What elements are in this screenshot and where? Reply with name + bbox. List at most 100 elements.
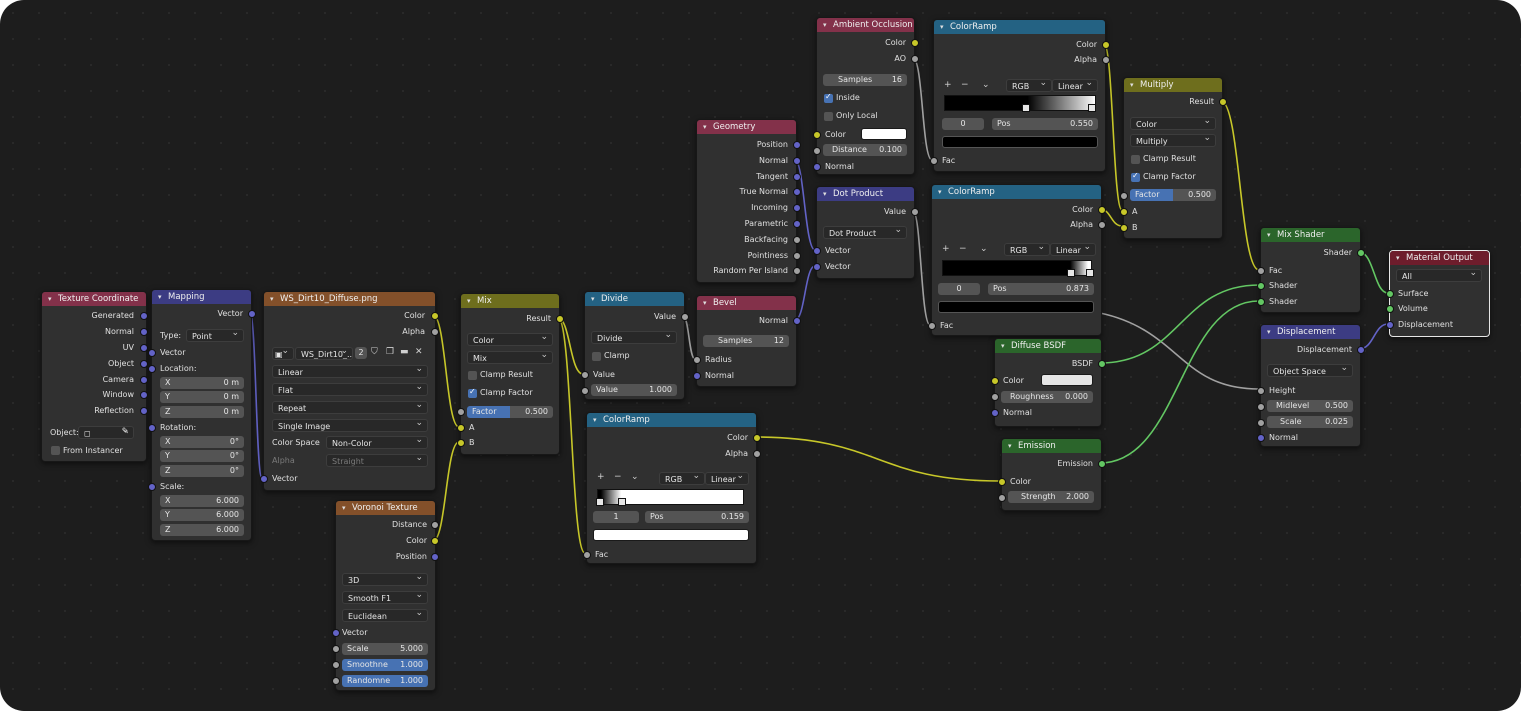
node-geometry[interactable]: ▾ Geometry Position Normal Tangent True N… [696, 119, 801, 283]
stop-color-swatch[interactable] [938, 301, 1094, 313]
collapse-chevron-icon[interactable]: ▾ [1130, 78, 1140, 92]
socket-alpha-out[interactable] [1098, 221, 1106, 229]
socket-reflection[interactable] [140, 407, 148, 415]
node-header[interactable]: ▾ Material Output [1390, 251, 1489, 265]
node-header[interactable]: ▾ Geometry [697, 120, 796, 134]
scale-field[interactable]: Scale 5.000 [342, 643, 428, 655]
node-mix-shader[interactable]: ▾ Mix Shader Shader Fac Shader Shader [1257, 227, 1365, 313]
alpha-mode-dropdown[interactable]: Straight [326, 454, 428, 467]
collapse-chevron-icon[interactable]: ▾ [48, 292, 58, 306]
node-header[interactable]: ▾ Mapping [152, 290, 251, 304]
socket-color-out[interactable] [431, 537, 439, 545]
stop-index-field[interactable]: 1 [593, 511, 639, 523]
node-header[interactable]: ▾ Mix [461, 294, 559, 308]
clamp-checkbox[interactable] [592, 352, 601, 361]
socket-incoming-out[interactable] [793, 204, 801, 212]
blend-mode-dropdown[interactable]: Multiply [1130, 134, 1216, 147]
collapse-chevron-icon[interactable]: ▾ [1396, 251, 1406, 265]
socket-factor-in[interactable] [457, 408, 465, 416]
ramp-stop-handle[interactable] [618, 498, 626, 506]
source-dropdown[interactable]: Single Image [272, 419, 428, 432]
chevron-down-icon[interactable]: ⌄ [980, 244, 988, 254]
socket-color-out[interactable] [1098, 206, 1106, 214]
only-local-checkbox[interactable] [824, 112, 833, 121]
collapse-chevron-icon[interactable]: ▾ [1267, 228, 1277, 242]
collapse-chevron-icon[interactable]: ▾ [593, 413, 603, 427]
socket-shader2-in[interactable] [1257, 298, 1265, 306]
feature-dropdown[interactable]: Smooth F1 [342, 591, 428, 604]
extension-dropdown[interactable]: Repeat [272, 401, 428, 414]
stop-color-swatch[interactable] [593, 529, 749, 541]
socket-fac-in[interactable] [1257, 267, 1265, 275]
socket-value-out[interactable] [681, 313, 689, 321]
from-instancer-checkbox[interactable] [51, 446, 60, 455]
eyedropper-icon[interactable]: ✎ [121, 427, 129, 438]
socket-a-in[interactable] [1120, 208, 1128, 216]
socket-true-normal-out[interactable] [793, 188, 801, 196]
rotation-z-field[interactable]: Z 0° [160, 465, 244, 477]
collapse-chevron-icon[interactable]: ▾ [1267, 325, 1277, 339]
collapse-chevron-icon[interactable]: ▾ [1001, 339, 1011, 353]
socket-value-in[interactable] [581, 371, 589, 379]
socket-a-in[interactable] [457, 424, 465, 432]
socket-value-out[interactable] [911, 208, 919, 216]
color-mode-dropdown[interactable]: RGB [1004, 243, 1050, 256]
socket-displacement-out[interactable] [1357, 346, 1365, 354]
open-folder-icon[interactable]: ▬ [400, 347, 409, 357]
ramp-stop-handle[interactable] [1086, 269, 1094, 277]
socket-scale-in[interactable] [332, 645, 340, 653]
node-header[interactable]: ▾ Diffuse BSDF [995, 339, 1101, 353]
remove-stop-icon[interactable]: − [959, 244, 967, 254]
scale-field[interactable]: Scale 0.025 [1267, 416, 1353, 428]
socket-object[interactable] [140, 360, 148, 368]
socket-normal-out[interactable] [793, 157, 801, 165]
target-dropdown[interactable]: All [1396, 269, 1482, 282]
socket-position-out[interactable] [793, 141, 801, 149]
stop-index-field[interactable]: 0 [942, 118, 984, 130]
socket-location[interactable] [148, 365, 156, 373]
socket-distance-out[interactable] [431, 521, 439, 529]
socket-normal[interactable] [140, 328, 148, 336]
node-header[interactable]: ▾ ColorRamp [587, 413, 756, 427]
node-header[interactable]: ▾ Voronoi Texture [336, 501, 435, 515]
collapse-chevron-icon[interactable]: ▾ [823, 187, 833, 201]
image-name-field[interactable]: WS_Dirt10_... [295, 347, 353, 360]
socket-parametric-out[interactable] [793, 220, 801, 228]
socket-surface-in[interactable] [1386, 290, 1394, 298]
socket-vector-in[interactable] [332, 629, 340, 637]
dimensions-dropdown[interactable]: 3D [342, 573, 428, 586]
interpolation-dropdown[interactable]: Linear [1050, 243, 1096, 256]
socket-vector1-in[interactable] [813, 247, 821, 255]
chevron-down-icon[interactable]: ⌄ [631, 472, 639, 482]
socket-normal-in[interactable] [813, 163, 821, 171]
socket-window[interactable] [140, 391, 148, 399]
node-multiply[interactable]: ▾Multiply Result Color Multiply Clamp Re… [1120, 77, 1227, 239]
strength-field[interactable]: Strength 2.000 [1008, 491, 1094, 503]
node-mix[interactable]: ▾Mix Result Color Mix Clamp Result Clamp… [457, 293, 564, 455]
collapse-chevron-icon[interactable]: ▾ [342, 501, 352, 515]
add-stop-icon[interactable]: + [944, 80, 952, 90]
node-editor-canvas[interactable]: ▾ Texture Coordinate Generated Normal UV … [0, 0, 1521, 711]
image-users-count[interactable]: 2 [355, 347, 367, 359]
operation-dropdown[interactable]: Dot Product [823, 226, 907, 239]
roughness-field[interactable]: Roughness 0.000 [1001, 391, 1093, 403]
color-mode-dropdown[interactable]: RGB [1006, 79, 1052, 92]
socket-fac-in[interactable] [583, 551, 591, 559]
location-z-field[interactable]: Z0 m [160, 406, 244, 418]
node-header[interactable]: ▾ Bevel [697, 296, 796, 310]
collapse-chevron-icon[interactable]: ▾ [158, 290, 168, 304]
node-displacement[interactable]: ▾ Displacement Displacement Object Space … [1257, 324, 1365, 447]
socket-bsdf-out[interactable] [1098, 360, 1106, 368]
socket-vector-in[interactable] [260, 475, 268, 483]
scale-x-field[interactable]: X 6.000 [160, 495, 244, 507]
socket-generated[interactable] [140, 312, 148, 320]
stop-position-field[interactable]: Pos 0.550 [992, 118, 1098, 130]
socket-backfacing-out[interactable] [793, 236, 801, 244]
color-mode-dropdown[interactable]: RGB [659, 472, 705, 485]
socket-fac-in[interactable] [928, 322, 936, 330]
chevron-down-icon[interactable]: ⌄ [982, 80, 990, 90]
collapse-chevron-icon[interactable]: ▾ [467, 294, 477, 308]
node-header[interactable]: ▾ Emission [1002, 439, 1101, 453]
socket-color-out[interactable] [911, 39, 919, 47]
socket-vector-in[interactable] [148, 349, 156, 357]
